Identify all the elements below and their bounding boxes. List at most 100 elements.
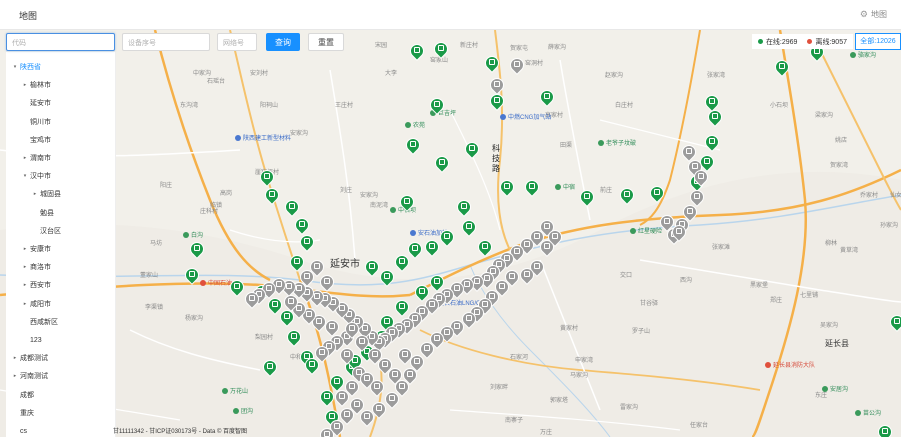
caret-right-icon[interactable]: ▸ <box>20 155 30 161</box>
online-station-marker[interactable] <box>702 132 722 154</box>
tree-item[interactable]: 勉县 <box>6 204 54 222</box>
offline-station-marker[interactable] <box>342 319 362 341</box>
tree-item[interactable]: ▸ 咸阳市 <box>6 295 51 313</box>
tree-item[interactable]: ▸ 城固县 <box>6 185 61 203</box>
online-station-marker[interactable] <box>392 252 412 274</box>
online-station-marker[interactable] <box>262 185 282 207</box>
device-number-input[interactable]: 设备序号 <box>122 33 210 51</box>
online-station-marker[interactable] <box>475 237 495 259</box>
online-station-marker[interactable] <box>362 257 382 279</box>
tree-item[interactable]: ▸ 安康市 <box>6 240 51 258</box>
offline-station-marker[interactable] <box>332 387 352 409</box>
offline-station-marker[interactable] <box>507 55 527 77</box>
map-link[interactable]: ⚙ 地图 <box>860 9 887 20</box>
tree-item[interactable]: ▸ 渭南市 <box>6 149 51 167</box>
online-station-marker[interactable] <box>537 87 557 109</box>
offline-station-marker[interactable] <box>487 75 507 97</box>
tree-item[interactable]: ▾ 陕西省 <box>6 58 41 76</box>
legend-offline[interactable]: 离线:9057 <box>807 37 847 47</box>
tree-item[interactable]: cs <box>6 422 27 437</box>
region-select[interactable]: 代码 <box>6 33 115 51</box>
online-station-marker[interactable] <box>459 217 479 239</box>
online-station-marker[interactable] <box>407 41 427 63</box>
caret-right-icon[interactable]: ▸ <box>20 282 30 288</box>
online-station-marker[interactable] <box>454 197 474 219</box>
tree-item[interactable]: ▸ 商洛市 <box>6 258 51 276</box>
offline-station-marker[interactable] <box>367 377 387 399</box>
online-station-marker[interactable] <box>875 422 895 437</box>
poi-label[interactable]: 团沟 <box>233 406 253 415</box>
tree-item[interactable]: 宝鸡市 <box>6 131 51 149</box>
online-station-marker[interactable] <box>482 53 502 75</box>
tree-item[interactable]: ▾ 汉中市 <box>6 167 51 185</box>
caret-right-icon[interactable]: ▸ <box>10 355 20 361</box>
offline-station-marker[interactable] <box>369 399 389 421</box>
online-station-marker[interactable] <box>462 139 482 161</box>
poi-label[interactable]: 万花山 <box>222 386 248 395</box>
caret-right-icon[interactable]: ▸ <box>10 373 20 379</box>
caret-right-icon[interactable]: ▸ <box>20 246 30 252</box>
offline-station-marker[interactable] <box>545 227 565 249</box>
poi-label[interactable]: 安居沟 <box>822 384 848 393</box>
offline-station-marker[interactable] <box>337 345 357 367</box>
online-station-marker[interactable] <box>422 237 442 259</box>
offline-station-marker[interactable] <box>312 343 332 365</box>
offline-station-marker[interactable] <box>517 265 537 287</box>
caret-down-icon[interactable]: ▾ <box>20 173 30 179</box>
online-station-marker[interactable] <box>617 185 637 207</box>
poi-label[interactable]: 中燃CNG加气站 <box>500 112 551 121</box>
online-station-marker[interactable] <box>403 135 423 157</box>
all-count-button[interactable]: 全部:12026 <box>855 33 901 50</box>
offline-station-marker[interactable] <box>317 272 337 294</box>
online-station-marker[interactable] <box>437 227 457 249</box>
offline-station-marker[interactable] <box>317 425 337 437</box>
region-tree[interactable]: ▾ 陕西省 ▸ 榆林市 延安市 铜川市 宝鸡市 ▸ 渭南市 ▾ 汉中市 ▸ 城固县 勉县 汉台区 ▸ 安康市 ▸ 商… <box>6 52 116 437</box>
poi-label[interactable]: 白沟 <box>183 230 203 239</box>
legend-online[interactable]: 在线:2969 <box>757 37 797 47</box>
online-station-marker[interactable] <box>647 183 667 205</box>
online-station-marker[interactable] <box>397 192 417 214</box>
online-station-marker[interactable] <box>182 265 202 287</box>
poi-label[interactable]: 中国石油 <box>200 278 232 287</box>
tree-item[interactable]: ▸ 河南测试 <box>6 367 48 385</box>
online-station-marker[interactable] <box>297 232 317 254</box>
online-station-marker[interactable] <box>187 239 207 261</box>
online-station-marker[interactable] <box>577 187 597 209</box>
tree-item[interactable]: 西咸新区 <box>6 313 58 331</box>
tree-item[interactable]: 汉台区 <box>6 222 61 240</box>
online-station-marker[interactable] <box>260 357 280 379</box>
query-button[interactable]: 查询 <box>266 33 300 51</box>
online-station-marker[interactable] <box>284 327 304 349</box>
poi-label[interactable]: 骆家沟 <box>850 50 876 59</box>
offline-station-marker[interactable] <box>427 329 447 351</box>
offline-station-marker[interactable] <box>657 212 677 234</box>
online-station-marker[interactable] <box>702 92 722 114</box>
poi-label[interactable]: 农苑 <box>405 120 425 129</box>
caret-right-icon[interactable]: ▸ <box>20 301 30 307</box>
poi-label[interactable]: 红星硬险 <box>630 226 662 235</box>
caret-down-icon[interactable]: ▾ <box>10 64 20 70</box>
poi-label[interactable]: 中宿 <box>555 182 575 191</box>
poi-label[interactable]: 陕西建工新型材料 <box>235 133 291 142</box>
tree-item[interactable]: 铜川市 <box>6 113 51 131</box>
offline-station-marker[interactable] <box>385 365 405 387</box>
site-number-input[interactable]: 网络号 <box>217 33 257 51</box>
caret-right-icon[interactable]: ▸ <box>20 82 30 88</box>
online-station-marker[interactable] <box>887 312 901 334</box>
online-station-marker[interactable] <box>317 387 337 409</box>
offline-station-marker[interactable] <box>242 289 262 311</box>
offline-station-marker[interactable] <box>322 317 342 339</box>
tree-item[interactable]: 成都 <box>6 386 34 404</box>
offline-station-marker[interactable] <box>691 167 711 189</box>
tree-item[interactable]: 延安市 <box>6 94 51 112</box>
online-station-marker[interactable] <box>522 177 542 199</box>
online-station-marker[interactable] <box>257 167 277 189</box>
poi-label[interactable]: 延长县消防大队 <box>765 360 815 369</box>
online-station-marker[interactable] <box>405 239 425 261</box>
tree-item[interactable]: ▸ 成都测试 <box>6 349 48 367</box>
caret-right-icon[interactable]: ▸ <box>20 264 30 270</box>
offline-station-marker[interactable] <box>669 222 689 244</box>
online-station-marker[interactable] <box>427 95 447 117</box>
online-station-marker[interactable] <box>497 177 517 199</box>
online-station-marker[interactable] <box>772 57 792 79</box>
